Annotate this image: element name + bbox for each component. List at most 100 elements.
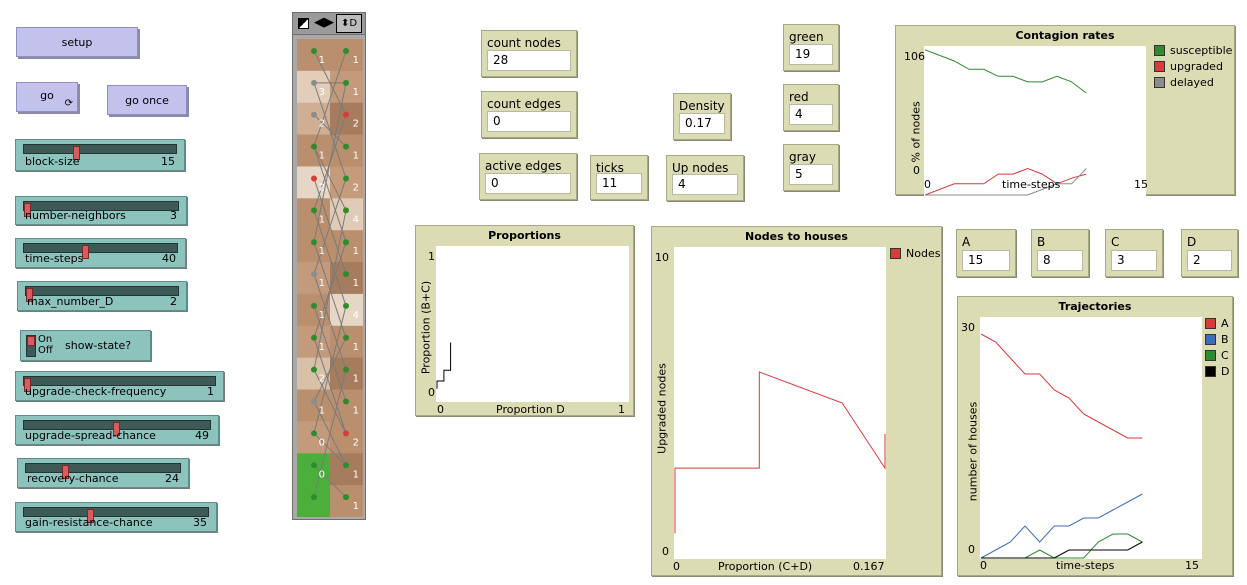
slider-time-steps[interactable]: time-steps 40 bbox=[15, 238, 186, 268]
count-nodes-monitor: count nodes 28 bbox=[481, 30, 577, 77]
monitor-value: 15 bbox=[962, 250, 1010, 271]
go-button[interactable]: go ⟳ bbox=[16, 82, 78, 112]
c-monitor: C3 bbox=[1105, 229, 1163, 277]
forever-icon: ⟳ bbox=[64, 98, 73, 109]
node bbox=[311, 143, 317, 150]
active-edges-monitor: active edges 0 bbox=[479, 153, 577, 200]
nodes-to-houses-plot: Nodes to houses 10 0 Upgraded nodes 0 0.… bbox=[651, 226, 942, 576]
show-state-switch[interactable]: On Off show-state? bbox=[20, 330, 151, 361]
patch-label: 1 bbox=[353, 246, 359, 257]
patch-label: 1 bbox=[319, 151, 325, 162]
slider-value: 2 bbox=[170, 295, 177, 308]
monitor-label: count edges bbox=[487, 97, 561, 111]
patch-label: 1 bbox=[353, 342, 359, 353]
slider-gain-resistance-chance[interactable]: gain-resistance-chance 35 bbox=[15, 502, 217, 532]
monitor-label: red bbox=[789, 90, 809, 104]
monitor-label: gray bbox=[789, 150, 817, 164]
slider-track[interactable] bbox=[23, 144, 177, 160]
slider-label: number-neighbors bbox=[25, 209, 126, 222]
go-once-label: go once bbox=[125, 93, 169, 107]
left-right-arrows-icon[interactable]: ◀▶ bbox=[314, 15, 334, 30]
node bbox=[311, 239, 317, 246]
y-max-tick: 10 bbox=[655, 251, 669, 264]
legend-c: C bbox=[1205, 349, 1229, 362]
patch-label: 1 bbox=[319, 214, 325, 225]
node bbox=[311, 302, 317, 309]
node bbox=[343, 143, 349, 150]
monitor-value: 4 bbox=[789, 104, 833, 125]
plot-area bbox=[980, 317, 1202, 559]
legend-b: B bbox=[1205, 333, 1229, 346]
legend-label: A bbox=[1221, 317, 1229, 330]
node bbox=[311, 366, 317, 373]
slider-label: upgrade-check-frequency bbox=[25, 385, 167, 398]
slider-value: 24 bbox=[165, 472, 179, 485]
view-toolbar: ◀▶ ⬍ D bbox=[293, 13, 365, 35]
x-min-tick: 0 bbox=[437, 403, 444, 416]
patch bbox=[297, 70, 330, 104]
world-canvas: 1 3 2 1 2 1 1 1 1 1 2 1 0 0 1 1 2 1 2 4 1 1 4 1 1 1 2 1 1 bbox=[297, 39, 363, 517]
node bbox=[343, 271, 349, 278]
corner-icon[interactable] bbox=[298, 18, 309, 29]
patch-label: 0 bbox=[319, 469, 325, 480]
x-max-tick: 0.167 bbox=[853, 560, 885, 573]
series-line-susceptible bbox=[924, 49, 1087, 94]
x-max-tick: 15 bbox=[1185, 559, 1199, 572]
legend-label: susceptible bbox=[1170, 44, 1233, 57]
green-monitor: green 19 bbox=[783, 24, 839, 71]
node bbox=[343, 334, 349, 341]
legend-swatch bbox=[1205, 366, 1216, 377]
slider-label: recovery-chance bbox=[27, 472, 119, 485]
slider-recovery-chance[interactable]: recovery-chance 24 bbox=[17, 458, 189, 488]
monitor-label: count nodes bbox=[487, 36, 561, 50]
switch-off-label: Off bbox=[38, 345, 53, 356]
count-edges-monitor: count edges 0 bbox=[481, 91, 577, 138]
legend-d: D bbox=[1205, 365, 1229, 378]
slider-label: upgrade-spread-chance bbox=[25, 429, 156, 442]
slider-upgrade-check-frequency[interactable]: upgrade-check-frequency 1 bbox=[15, 371, 224, 401]
switch-track[interactable] bbox=[26, 335, 36, 357]
patch-label: 1 bbox=[353, 151, 359, 162]
slider-label: block-size bbox=[25, 155, 80, 168]
legend-label: Nodes bbox=[906, 247, 941, 260]
series-line-A bbox=[980, 333, 1143, 439]
slider-max_number_D[interactable]: max_number_D 2 bbox=[17, 281, 187, 311]
switch-thumb[interactable] bbox=[27, 336, 35, 346]
monitor-value: 11 bbox=[596, 173, 642, 194]
node bbox=[343, 175, 349, 182]
go-label: go bbox=[40, 88, 54, 102]
legend-label: C bbox=[1221, 349, 1229, 362]
trajectories-plot: Trajectories 30 0 number of houses 0 15 … bbox=[957, 296, 1233, 576]
go-once-button[interactable]: go once bbox=[107, 85, 187, 115]
proportions-plot: Proportions 1 0 Proportion (B+C) 0 1 Pro… bbox=[415, 225, 634, 416]
node bbox=[311, 79, 317, 86]
y-min-tick: 0 bbox=[428, 386, 435, 399]
patch bbox=[297, 389, 330, 422]
monitor-label: A bbox=[962, 235, 971, 249]
node bbox=[311, 271, 317, 278]
up-down-arrows-icon[interactable]: ⬍ D bbox=[336, 14, 362, 33]
patch-label: 1 bbox=[353, 374, 359, 385]
slider-number-neighbors[interactable]: number-neighbors 3 bbox=[15, 196, 187, 225]
patch-label: 2 bbox=[353, 182, 359, 193]
plot-area bbox=[436, 246, 629, 402]
y-max-tick: 1 bbox=[428, 250, 435, 263]
node bbox=[343, 430, 349, 437]
patch bbox=[297, 198, 330, 231]
node bbox=[311, 48, 317, 54]
y-max-tick: 30 bbox=[961, 321, 975, 334]
d-monitor: D2 bbox=[1181, 229, 1238, 277]
slider-upgrade-spread-chance[interactable]: upgrade-spread-chance 49 bbox=[15, 415, 219, 445]
node bbox=[343, 79, 349, 86]
slider-value: 3 bbox=[170, 209, 177, 222]
patch-label: 4 bbox=[353, 310, 359, 321]
setup-button[interactable]: setup bbox=[16, 27, 138, 57]
plot-title: Contagion rates bbox=[1015, 29, 1115, 42]
world-view[interactable]: ◀▶ ⬍ D 1 3 2 1 2 1 1 1 1 1 2 1 0 0 1 1 2 1 2 4 1 1 4 1 1 1 2 1 1 bbox=[292, 12, 366, 520]
node bbox=[343, 398, 349, 405]
legend-swatch bbox=[1154, 45, 1165, 56]
slider-value: 1 bbox=[207, 385, 214, 398]
node bbox=[311, 430, 317, 437]
slider-block-size[interactable]: block-size 15 bbox=[15, 139, 185, 171]
patch bbox=[297, 357, 330, 391]
